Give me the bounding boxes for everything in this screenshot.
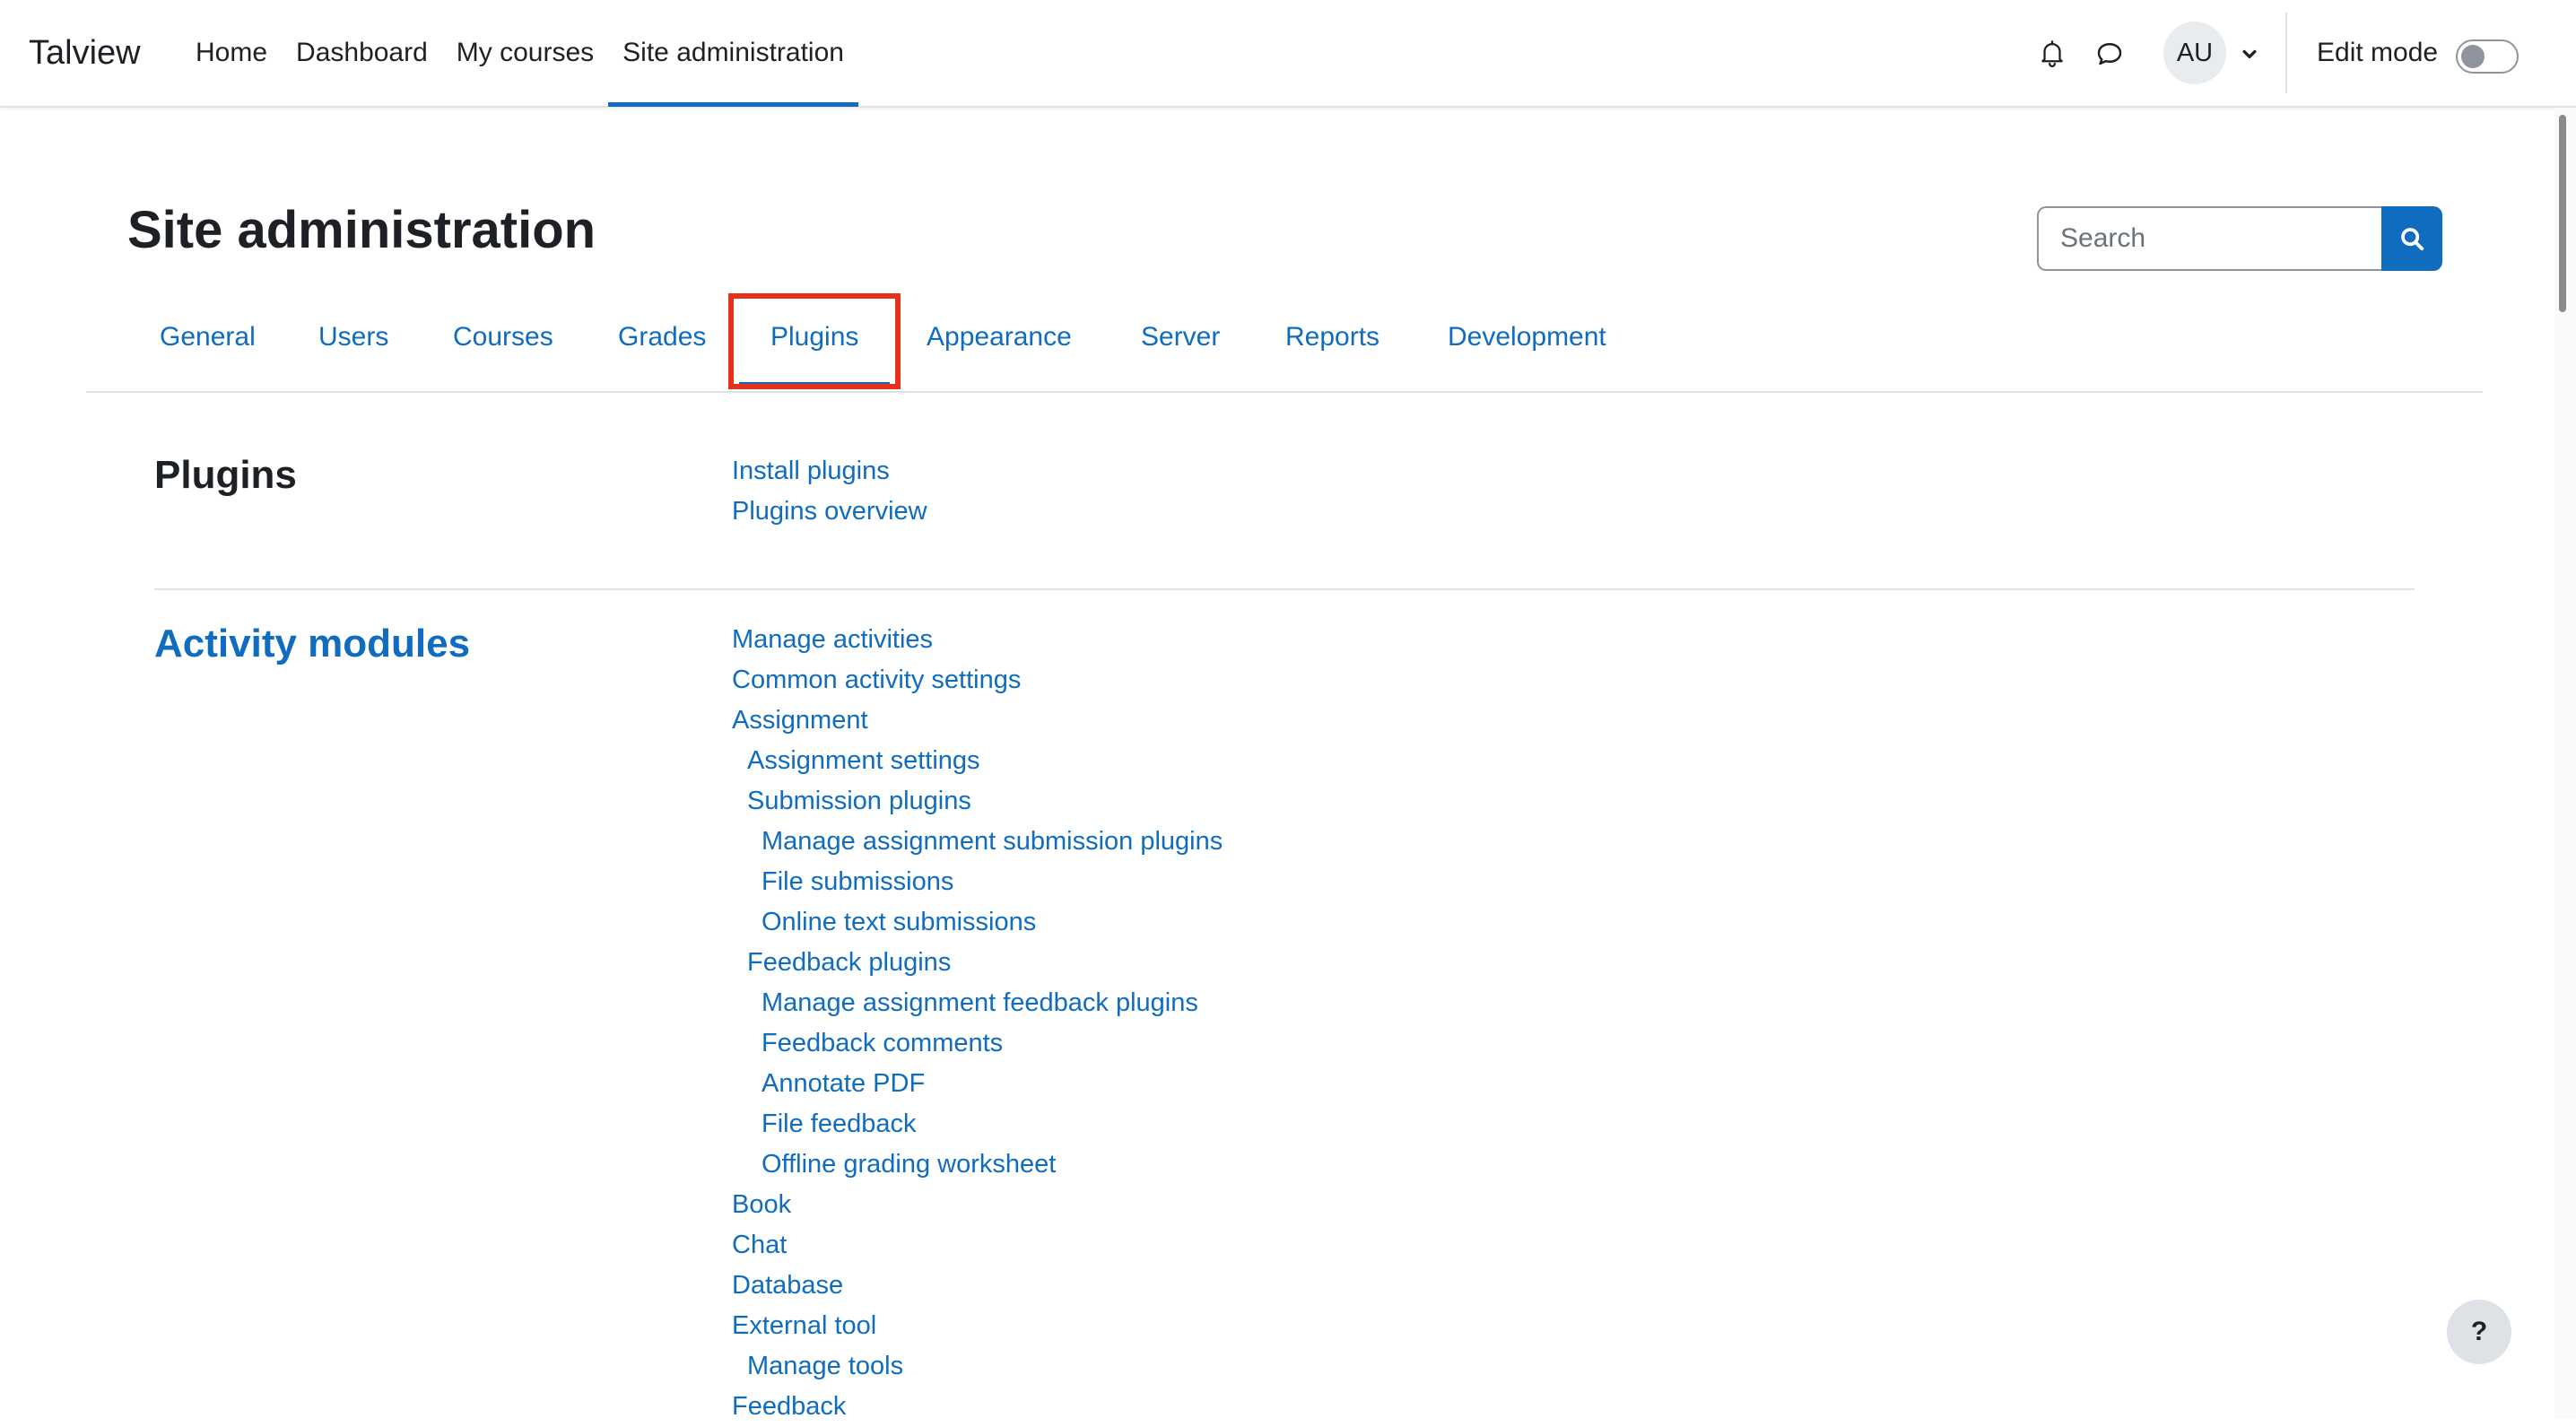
edit-mode-label: Edit mode	[2317, 38, 2439, 67]
link-manage-assignment-feedback-plugins[interactable]: Manage assignment feedback plugins	[732, 983, 1223, 1023]
tab-users[interactable]: Users	[318, 296, 388, 391]
plugins-section-title: Plugins	[154, 453, 297, 497]
search-button[interactable]	[2381, 206, 2442, 271]
nav-item-dashboard[interactable]: Dashboard	[282, 0, 442, 106]
site-brand[interactable]: Talview	[29, 29, 141, 77]
bell-icon	[2041, 40, 2063, 67]
primary-navigation: Home Dashboard My courses Site administr…	[181, 0, 858, 107]
link-plugins-overview[interactable]: Plugins overview	[732, 492, 927, 532]
page-title: Site administration	[127, 201, 596, 259]
link-annotate-pdf[interactable]: Annotate PDF	[732, 1064, 1223, 1104]
tab-development[interactable]: Development	[1448, 296, 1606, 391]
tab-reports[interactable]: Reports	[1285, 296, 1379, 391]
edit-mode-toggle[interactable]	[2456, 39, 2519, 74]
messages-button[interactable]	[2083, 26, 2137, 80]
help-button[interactable]: ?	[2447, 1300, 2511, 1364]
chevron-down-icon	[2242, 49, 2257, 58]
navbar-divider	[2285, 13, 2287, 93]
link-manage-assignment-submission-plugins[interactable]: Manage assignment submission plugins	[732, 822, 1223, 862]
user-avatar[interactable]: AU	[2163, 22, 2226, 84]
admin-tabs: General Users Courses Grades Plugins App…	[86, 296, 2483, 393]
nav-item-home[interactable]: Home	[181, 0, 282, 106]
section-divider	[154, 588, 2415, 590]
toggle-knob	[2461, 45, 2485, 68]
tab-general[interactable]: General	[160, 296, 256, 391]
tab-grades[interactable]: Grades	[618, 296, 706, 391]
tab-server[interactable]: Server	[1141, 296, 1220, 391]
tab-courses[interactable]: Courses	[453, 296, 553, 391]
activity-modules-links: Manage activities Common activity settin…	[732, 620, 1223, 1427]
page-scrollbar[interactable]	[2554, 108, 2576, 1419]
link-manage-activities[interactable]: Manage activities	[732, 620, 1223, 660]
link-online-text-submissions[interactable]: Online text submissions	[732, 902, 1223, 943]
tab-appearance[interactable]: Appearance	[927, 296, 1072, 391]
link-external-tool[interactable]: External tool	[732, 1306, 1223, 1346]
activity-modules-title[interactable]: Activity modules	[154, 619, 470, 669]
user-menu-toggle[interactable]	[2235, 39, 2264, 68]
link-chat[interactable]: Chat	[732, 1225, 1223, 1266]
link-assignment-settings[interactable]: Assignment settings	[732, 741, 1223, 781]
link-feedback-comments[interactable]: Feedback comments	[732, 1023, 1223, 1064]
notifications-button[interactable]	[2025, 26, 2079, 80]
link-database[interactable]: Database	[732, 1266, 1223, 1306]
search-input[interactable]	[2037, 206, 2381, 271]
link-manage-tools[interactable]: Manage tools	[732, 1346, 1223, 1387]
link-submission-plugins[interactable]: Submission plugins	[732, 781, 1223, 822]
link-feedback[interactable]: Feedback	[732, 1387, 1223, 1427]
nav-item-my-courses[interactable]: My courses	[442, 0, 608, 106]
link-file-feedback[interactable]: File feedback	[732, 1104, 1223, 1144]
link-common-activity-settings[interactable]: Common activity settings	[732, 660, 1223, 700]
tab-plugins[interactable]: Plugins	[770, 296, 858, 391]
active-tab-indicator	[739, 382, 890, 387]
link-assignment[interactable]: Assignment	[732, 700, 1223, 741]
top-navbar: Talview Home Dashboard My courses Site a…	[0, 0, 2576, 108]
link-feedback-plugins[interactable]: Feedback plugins	[732, 943, 1223, 983]
admin-search	[2037, 206, 2442, 271]
plugins-links: Install plugins Plugins overview	[732, 451, 927, 532]
nav-item-site-administration[interactable]: Site administration	[608, 0, 858, 107]
chat-bubble-icon	[2097, 43, 2122, 65]
scrollbar-thumb[interactable]	[2559, 115, 2566, 312]
search-icon	[2401, 228, 2424, 251]
link-install-plugins[interactable]: Install plugins	[732, 451, 927, 492]
link-file-submissions[interactable]: File submissions	[732, 862, 1223, 902]
link-offline-grading-worksheet[interactable]: Offline grading worksheet	[732, 1144, 1223, 1185]
link-book[interactable]: Book	[732, 1185, 1223, 1225]
